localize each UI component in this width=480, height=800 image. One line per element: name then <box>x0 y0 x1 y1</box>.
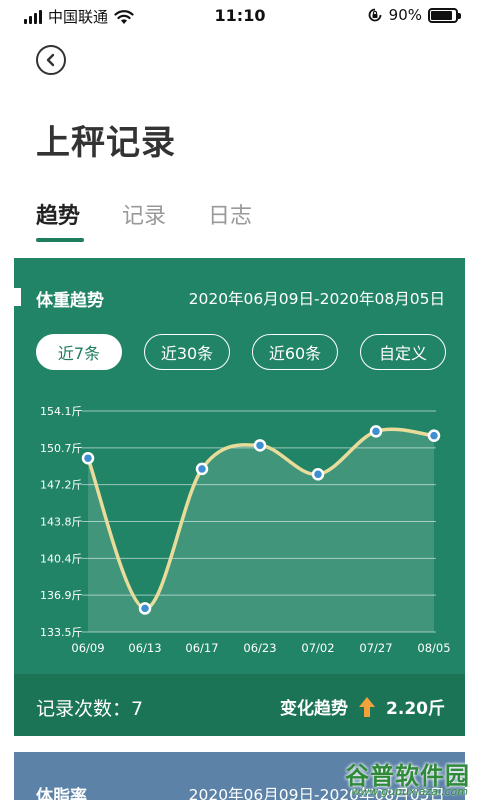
x-tick-label: 06/23 <box>243 641 276 655</box>
y-tick-label: 133.5斤 <box>40 626 83 639</box>
area-fill <box>88 429 434 632</box>
weight-trend-card: 体重趋势 2020年06月09日-2020年08月05日 近7条 近30条 近6… <box>14 258 465 736</box>
y-tick-label: 150.7斤 <box>40 442 83 455</box>
page-title: 上秤记录 <box>36 123 176 163</box>
status-bar: 中国联通 11:10 90% <box>0 0 480 32</box>
trend-value: 2.20斤 <box>386 699 445 719</box>
tab-trend[interactable]: 趋势 <box>36 198 85 242</box>
x-tick-label: 08/05 <box>417 641 450 655</box>
watermark: 谷普软件园 www.gupuxiazai.com <box>312 756 472 800</box>
x-tick-label: 06/09 <box>71 641 104 655</box>
title-marker <box>14 288 21 306</box>
arrow-up-icon <box>359 696 376 717</box>
data-point <box>253 439 267 452</box>
tab-records[interactable]: 记录 <box>122 198 166 242</box>
weight-line-chart: 154.1斤 150.7斤 147.2斤 143.8斤 140.4斤 136.9斤 133.… <box>40 405 451 655</box>
card-title: 体重趋势 <box>36 291 104 311</box>
filter-last-60[interactable]: 近60条 <box>252 334 338 370</box>
filter-last-7[interactable]: 近7条 <box>36 334 122 370</box>
trend-summary: 变化趋势 2.20斤 <box>280 694 445 719</box>
range-filters: 近7条 近30条 近60条 自定义 <box>36 334 446 370</box>
date-range: 2020年06月09日-2020年08月05日 <box>188 290 445 308</box>
record-count: 记录次数：7 <box>36 698 144 720</box>
y-tick-label: 140.4斤 <box>40 552 83 565</box>
card-footer: 记录次数：7 变化趋势 2.20斤 <box>14 674 465 736</box>
y-tick-label: 136.9斤 <box>40 589 83 602</box>
x-tick-label: 06/13 <box>128 641 161 655</box>
filter-custom[interactable]: 自定义 <box>360 334 446 370</box>
chevron-left-icon <box>46 53 55 67</box>
filter-last-30[interactable]: 近30条 <box>144 334 230 370</box>
data-point <box>311 468 325 481</box>
y-tick-label: 147.2斤 <box>40 479 83 492</box>
data-point <box>138 602 152 615</box>
data-point <box>81 451 95 465</box>
data-point <box>427 429 441 442</box>
trend-label: 变化趋势 <box>280 699 349 719</box>
status-right: 90% <box>367 6 461 24</box>
tab-bar: 趋势 记录 日志 <box>36 198 252 242</box>
battery-icon <box>428 7 461 23</box>
orientation-lock-icon <box>368 8 382 22</box>
y-tick-label: 143.8斤 <box>40 516 83 529</box>
data-point <box>369 425 383 438</box>
x-tick-label: 07/27 <box>359 641 392 655</box>
back-button[interactable] <box>36 45 66 75</box>
data-point <box>195 462 209 476</box>
x-tick-label: 06/17 <box>185 641 218 655</box>
battery-percent: 90% <box>388 6 422 24</box>
body-fat-title: 体脂率 <box>36 787 87 800</box>
watermark-url: www.gupuxiazai.com <box>351 785 468 798</box>
x-tick-label: 07/02 <box>301 641 334 655</box>
card-header: 体重趋势 2020年06月09日-2020年08月05日 <box>14 286 465 311</box>
y-tick-label: 154.1斤 <box>40 405 83 418</box>
tab-log[interactable]: 日志 <box>208 198 252 242</box>
